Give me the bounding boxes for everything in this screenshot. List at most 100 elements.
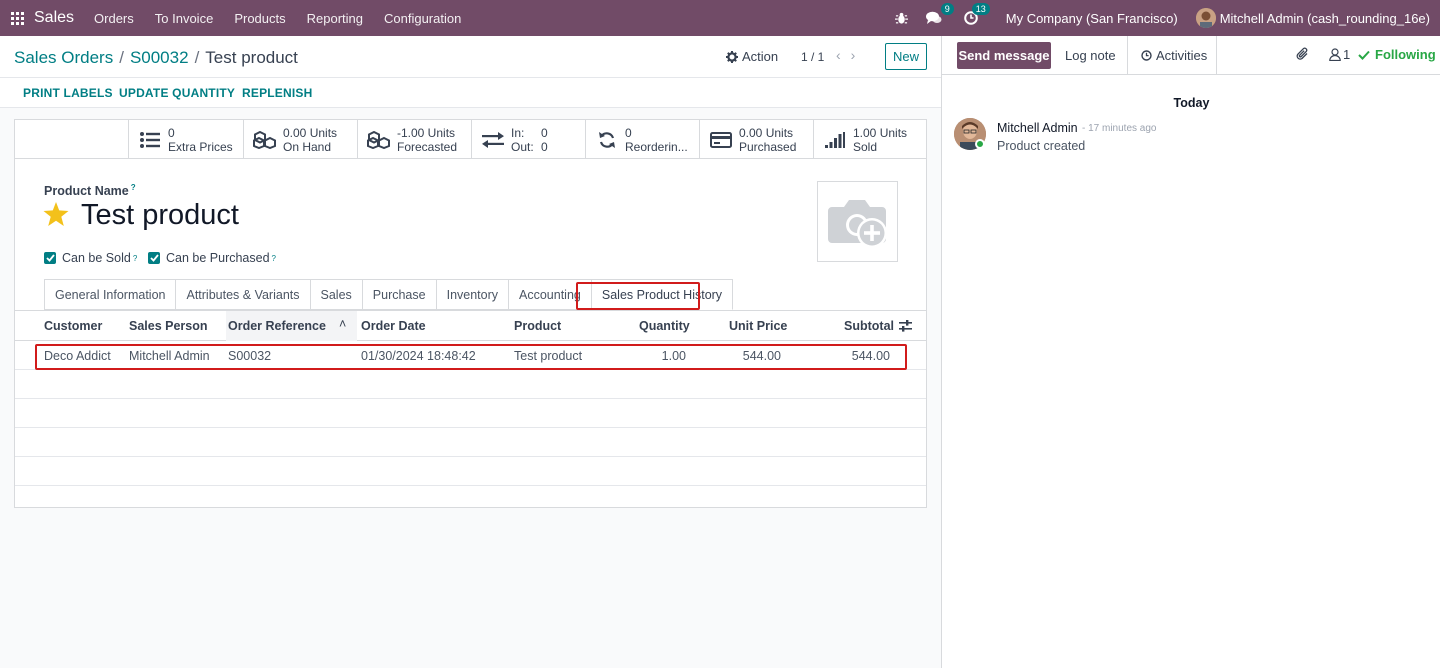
menu-to-invoice[interactable]: To Invoice	[155, 11, 214, 26]
log-note-button[interactable]: Log note	[1065, 48, 1116, 63]
stat-value: 0	[625, 125, 632, 140]
history-table-header: Customer Sales Person Order Reference ˄ …	[15, 310, 926, 341]
forecasted-button[interactable]: -1.00 Units Forecasted	[357, 120, 471, 159]
following-label: Following	[1375, 47, 1436, 62]
debug-bug-icon[interactable]	[894, 12, 908, 25]
date-separator: Today	[1173, 96, 1210, 110]
col-quantity[interactable]: Quantity	[639, 319, 690, 333]
can-be-purchased-checkbox[interactable]: Can be Purchased?	[148, 251, 276, 265]
chatter-panel: Send message Log note Activities 1 Follo…	[941, 36, 1440, 668]
divider	[1216, 36, 1217, 75]
form-view: Sales Orders / S00032/Test product Action …	[0, 36, 941, 668]
cubes-icon	[252, 130, 278, 149]
table-row-empty	[15, 399, 926, 428]
chatter-topbar: Send message Log note Activities 1 Follo…	[942, 36, 1440, 75]
on-hand-button[interactable]: 0.00 Units On Hand	[243, 120, 357, 159]
table-row-empty	[15, 457, 926, 486]
activities-label: Activities	[1156, 48, 1208, 63]
stat-value: 0.00 Units	[739, 125, 794, 140]
col-unit-price[interactable]: Unit Price	[729, 319, 787, 333]
messages-icon[interactable]: 9	[925, 3, 954, 25]
activities-clock-icon[interactable]: 13	[963, 3, 990, 25]
breadcrumb-order[interactable]: S00032	[130, 48, 189, 67]
stat-out-value: 0	[541, 139, 548, 154]
col-order-reference[interactable]: Order Reference	[228, 319, 326, 333]
col-customer[interactable]: Customer	[44, 319, 102, 333]
breadcrumb-separator: /	[119, 48, 124, 67]
optional-columns-icon[interactable]	[899, 320, 912, 335]
can-be-sold-label: Can be Sold	[62, 251, 131, 265]
new-button[interactable]: New	[885, 43, 927, 70]
user-icon	[1329, 48, 1341, 61]
menu-orders[interactable]: Orders	[94, 11, 134, 26]
activities-button[interactable]: Activities	[1141, 48, 1207, 63]
in-out-button[interactable]: In: 0 Out: 0	[471, 120, 585, 159]
help-tooltip-icon[interactable]: ?	[133, 254, 137, 263]
message-body: Product created	[997, 139, 1086, 153]
extra-prices-button[interactable]: 0 Extra Prices	[128, 120, 243, 159]
chevron-right-icon[interactable]: ›	[851, 47, 856, 63]
col-sales-person[interactable]: Sales Person	[129, 319, 208, 333]
sold-button[interactable]: 1.00 Units Sold	[813, 120, 926, 159]
messages-badge: 9	[940, 3, 954, 15]
tab-general-information[interactable]: General Information	[44, 279, 176, 310]
apps-menu-icon[interactable]	[0, 0, 34, 36]
product-name-field[interactable]: Test product	[81, 199, 239, 232]
can-be-sold-checkbox[interactable]: Can be Sold?	[44, 251, 137, 265]
tab-attributes-variants[interactable]: Attributes & Variants	[175, 279, 310, 310]
message-author[interactable]: Mitchell Admin	[997, 121, 1078, 135]
stat-label: Reorderin...	[625, 139, 688, 154]
menu-reporting[interactable]: Reporting	[307, 11, 363, 26]
col-order-date[interactable]: Order Date	[361, 319, 426, 333]
followers-button[interactable]: 1	[1329, 47, 1350, 62]
col-subtotal[interactable]: Subtotal	[844, 319, 894, 333]
tab-inventory[interactable]: Inventory	[435, 279, 509, 310]
stat-label: Purchased	[739, 139, 797, 154]
stat-out-label: Out:	[511, 139, 534, 154]
activities-badge: 13	[971, 3, 990, 15]
help-tooltip-icon[interactable]: ?	[272, 254, 276, 263]
breadcrumb-sales-orders[interactable]: Sales Orders	[14, 48, 113, 67]
stat-value: 0	[168, 125, 175, 140]
menu-products[interactable]: Products	[234, 11, 285, 26]
col-product[interactable]: Product	[514, 319, 561, 333]
chevron-left-icon[interactable]: ‹	[836, 47, 841, 63]
form-sheet: 0 Extra Prices 0.00 Units On Hand -1.00 Un…	[14, 119, 927, 508]
action-menu-button[interactable]: Action	[726, 49, 778, 64]
stat-value: 1.00 Units	[853, 125, 908, 140]
replenish-button[interactable]: REPLENISH	[242, 86, 312, 100]
reordering-button[interactable]: 0 Reorderin...	[585, 120, 699, 159]
favorite-star-icon[interactable]	[43, 202, 69, 230]
purchased-button[interactable]: 0.00 Units Purchased	[699, 120, 813, 159]
user-menu[interactable]: Mitchell Admin (cash_rounding_16e)	[1220, 11, 1430, 26]
attachment-paperclip-icon[interactable]	[1296, 47, 1309, 62]
stat-label: Extra Prices	[168, 139, 233, 154]
online-status-dot	[975, 139, 985, 149]
product-name-label: Product Name?	[44, 183, 136, 199]
stat-label: On Hand	[283, 139, 332, 154]
tab-purchase[interactable]: Purchase	[361, 279, 436, 310]
company-switcher[interactable]: My Company (San Francisco)	[1006, 11, 1178, 26]
menu-configuration[interactable]: Configuration	[384, 11, 461, 26]
print-labels-button[interactable]: PRINT LABELS	[23, 86, 113, 100]
stat-label: Sold	[853, 139, 878, 154]
tab-sales[interactable]: Sales	[309, 279, 362, 310]
stat-value: -1.00 Units	[397, 125, 456, 140]
form-statusbar: PRINT LABELS UPDATE QUANTITY REPLENISH	[0, 78, 941, 108]
app-brand[interactable]: Sales	[34, 9, 74, 27]
following-button[interactable]: Following	[1358, 47, 1436, 62]
stat-in-value: 0	[541, 125, 548, 140]
refresh-icon	[594, 131, 620, 149]
product-image-upload[interactable]	[817, 181, 898, 262]
user-avatar[interactable]	[1195, 8, 1216, 28]
pager-value[interactable]: 1 / 1	[801, 50, 824, 64]
action-label: Action	[742, 49, 779, 64]
camera-plus-icon	[827, 199, 887, 248]
breadcrumb-separator: /	[194, 48, 200, 67]
update-quantity-button[interactable]: UPDATE QUANTITY	[119, 86, 235, 100]
help-tooltip-icon[interactable]: ?	[131, 183, 136, 192]
breadcrumb: Sales Orders / S00032 / Test product	[14, 48, 298, 68]
followers-count: 1	[1343, 47, 1351, 62]
send-message-button[interactable]: Send message	[957, 42, 1051, 69]
signal-icon	[822, 131, 848, 148]
